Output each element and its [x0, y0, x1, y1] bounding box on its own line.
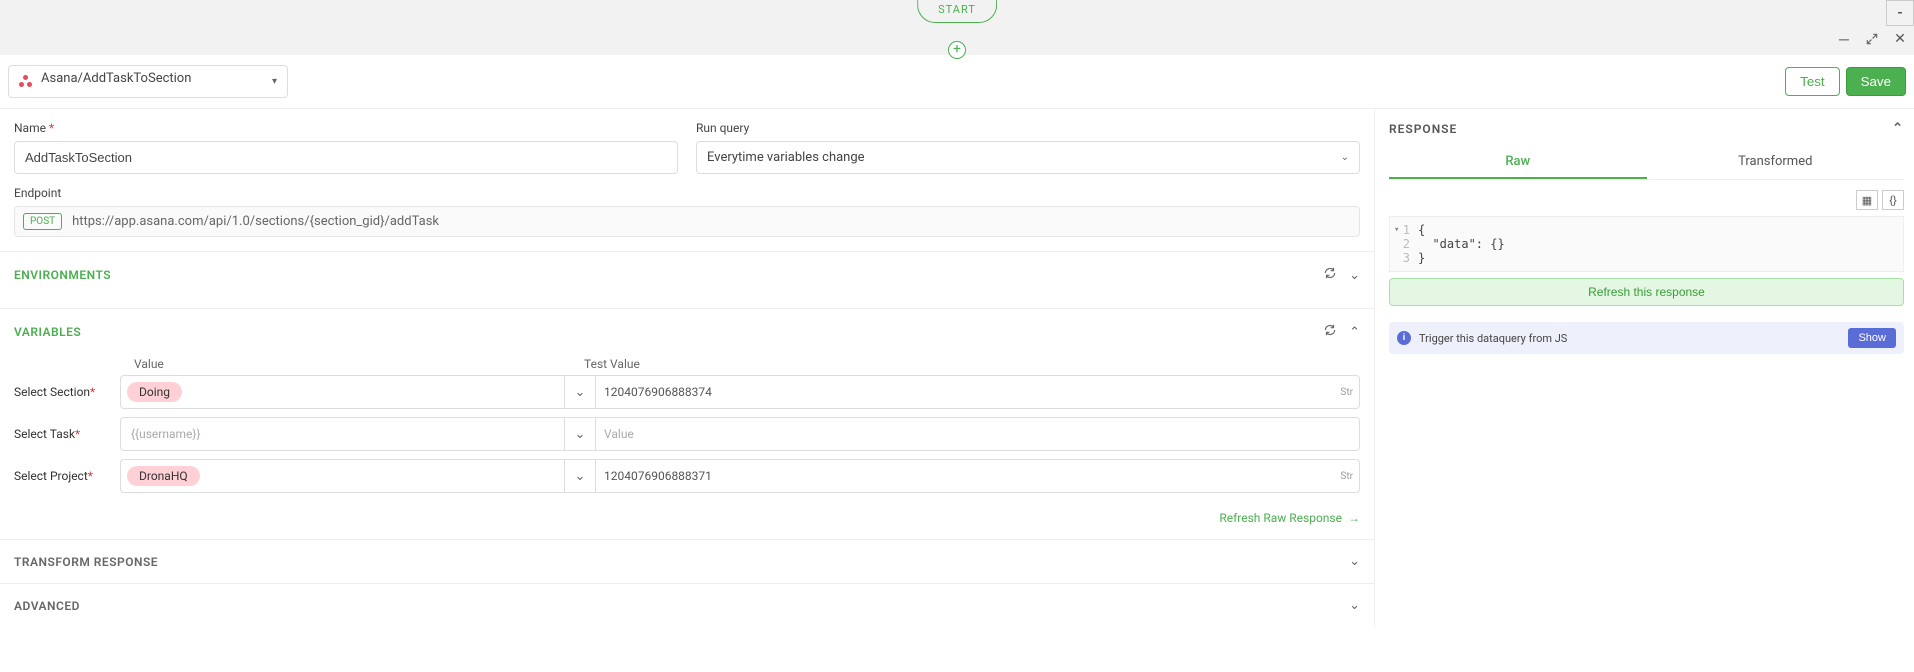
- transform-response-section[interactable]: TRANSFORM RESPONSE ⌄: [0, 539, 1374, 583]
- tab-transformed[interactable]: Transformed: [1647, 146, 1905, 179]
- add-node-button[interactable]: +: [948, 41, 966, 59]
- endpoint-label: Endpoint: [14, 186, 1360, 200]
- variable-row: Select Task* {{username}} ⌄ Value: [14, 417, 1360, 451]
- variable-value-input[interactable]: DronaHQ: [120, 459, 564, 493]
- response-code-viewer[interactable]: ▾1{ 2 "data": {} 3}: [1389, 216, 1904, 272]
- environments-section-title[interactable]: ENVIRONMENTS: [14, 268, 1311, 282]
- chevron-down-icon: ▾: [272, 76, 277, 87]
- value-tag: DronaHQ: [127, 466, 200, 486]
- variable-dropdown-button[interactable]: ⌄: [564, 459, 596, 493]
- refresh-icon[interactable]: [1323, 266, 1337, 284]
- runquery-label: Run query: [696, 121, 1360, 135]
- show-button[interactable]: Show: [1848, 328, 1896, 348]
- variable-test-input[interactable]: 1204076906888374Str: [596, 375, 1360, 409]
- trigger-js-banner: i Trigger this dataquery from JS Show: [1389, 322, 1904, 354]
- info-icon: i: [1397, 331, 1411, 345]
- chevron-down-icon: ⌄: [1341, 152, 1349, 163]
- trigger-text: Trigger this dataquery from JS: [1419, 332, 1848, 345]
- arrow-right-icon: →: [1348, 511, 1360, 525]
- chevron-up-icon[interactable]: ⌃: [1892, 121, 1904, 136]
- expand-icon[interactable]: [1858, 26, 1886, 52]
- chevron-down-icon: ⌄: [1349, 598, 1360, 613]
- refresh-icon[interactable]: [1323, 323, 1337, 341]
- table-view-icon[interactable]: ▦: [1856, 190, 1878, 210]
- vars-col-spacer: [14, 357, 134, 371]
- variable-test-input[interactable]: Value: [596, 417, 1360, 451]
- service-label: Asana/AddTaskToSection: [41, 71, 272, 86]
- save-button[interactable]: Save: [1846, 67, 1906, 96]
- type-badge: Str: [1340, 387, 1353, 398]
- variable-row: Select Project* DronaHQ ⌄ 12040769068883…: [14, 459, 1360, 493]
- vars-col-value: Value: [134, 357, 584, 371]
- endpoint-display: POST https://app.asana.com/api/1.0/secti…: [14, 206, 1360, 237]
- name-input[interactable]: [14, 141, 678, 174]
- runquery-select[interactable]: Everytime variables change ⌄: [696, 141, 1360, 174]
- advanced-section[interactable]: ADVANCED ⌄: [0, 583, 1374, 627]
- variable-test-input[interactable]: 1204076906888371Str: [596, 459, 1360, 493]
- variable-dropdown-button[interactable]: ⌄: [564, 375, 596, 409]
- chevron-down-icon[interactable]: ⌄: [1349, 268, 1360, 283]
- window-collapse-button[interactable]: -: [1886, 0, 1914, 26]
- variable-value-input[interactable]: {{username}}: [120, 417, 564, 451]
- http-method-badge: POST: [23, 213, 62, 230]
- vars-col-test: Test Value: [584, 357, 1360, 371]
- name-label: Name *: [14, 121, 678, 135]
- close-icon[interactable]: ✕: [1886, 26, 1914, 52]
- asana-logo-icon: [19, 75, 33, 89]
- service-selector[interactable]: Asana/AddTaskToSection ▾: [8, 65, 288, 98]
- variables-section-title[interactable]: VARIABLES: [14, 325, 1311, 339]
- fold-icon[interactable]: ▾: [1394, 225, 1399, 235]
- json-view-icon[interactable]: {}: [1882, 190, 1904, 210]
- variable-dropdown-button[interactable]: ⌄: [564, 417, 596, 451]
- variable-name: Select Section*: [14, 385, 120, 399]
- variable-value-input[interactable]: Doing: [120, 375, 564, 409]
- response-title: RESPONSE: [1389, 122, 1457, 136]
- runquery-value: Everytime variables change: [707, 150, 865, 165]
- endpoint-url: https://app.asana.com/api/1.0/sections/{…: [72, 214, 439, 229]
- value-tag: Doing: [127, 382, 182, 402]
- section-title: ADVANCED: [14, 599, 1337, 613]
- refresh-response-button[interactable]: Refresh this response: [1389, 278, 1904, 306]
- test-button[interactable]: Test: [1785, 67, 1839, 96]
- type-badge: Str: [1340, 471, 1353, 482]
- variable-name: Select Project*: [14, 469, 120, 483]
- minimize-icon[interactable]: ─: [1830, 26, 1858, 52]
- chevron-down-icon: ⌄: [1349, 554, 1360, 569]
- refresh-raw-response-link[interactable]: Refresh Raw Response→: [0, 501, 1374, 539]
- tab-raw[interactable]: Raw: [1389, 146, 1647, 179]
- variable-name: Select Task*: [14, 427, 120, 441]
- variable-row: Select Section* Doing ⌄ 1204076906888374…: [14, 375, 1360, 409]
- start-node[interactable]: START: [917, 0, 997, 23]
- section-title: TRANSFORM RESPONSE: [14, 555, 1337, 569]
- chevron-up-icon[interactable]: ⌃: [1349, 325, 1360, 340]
